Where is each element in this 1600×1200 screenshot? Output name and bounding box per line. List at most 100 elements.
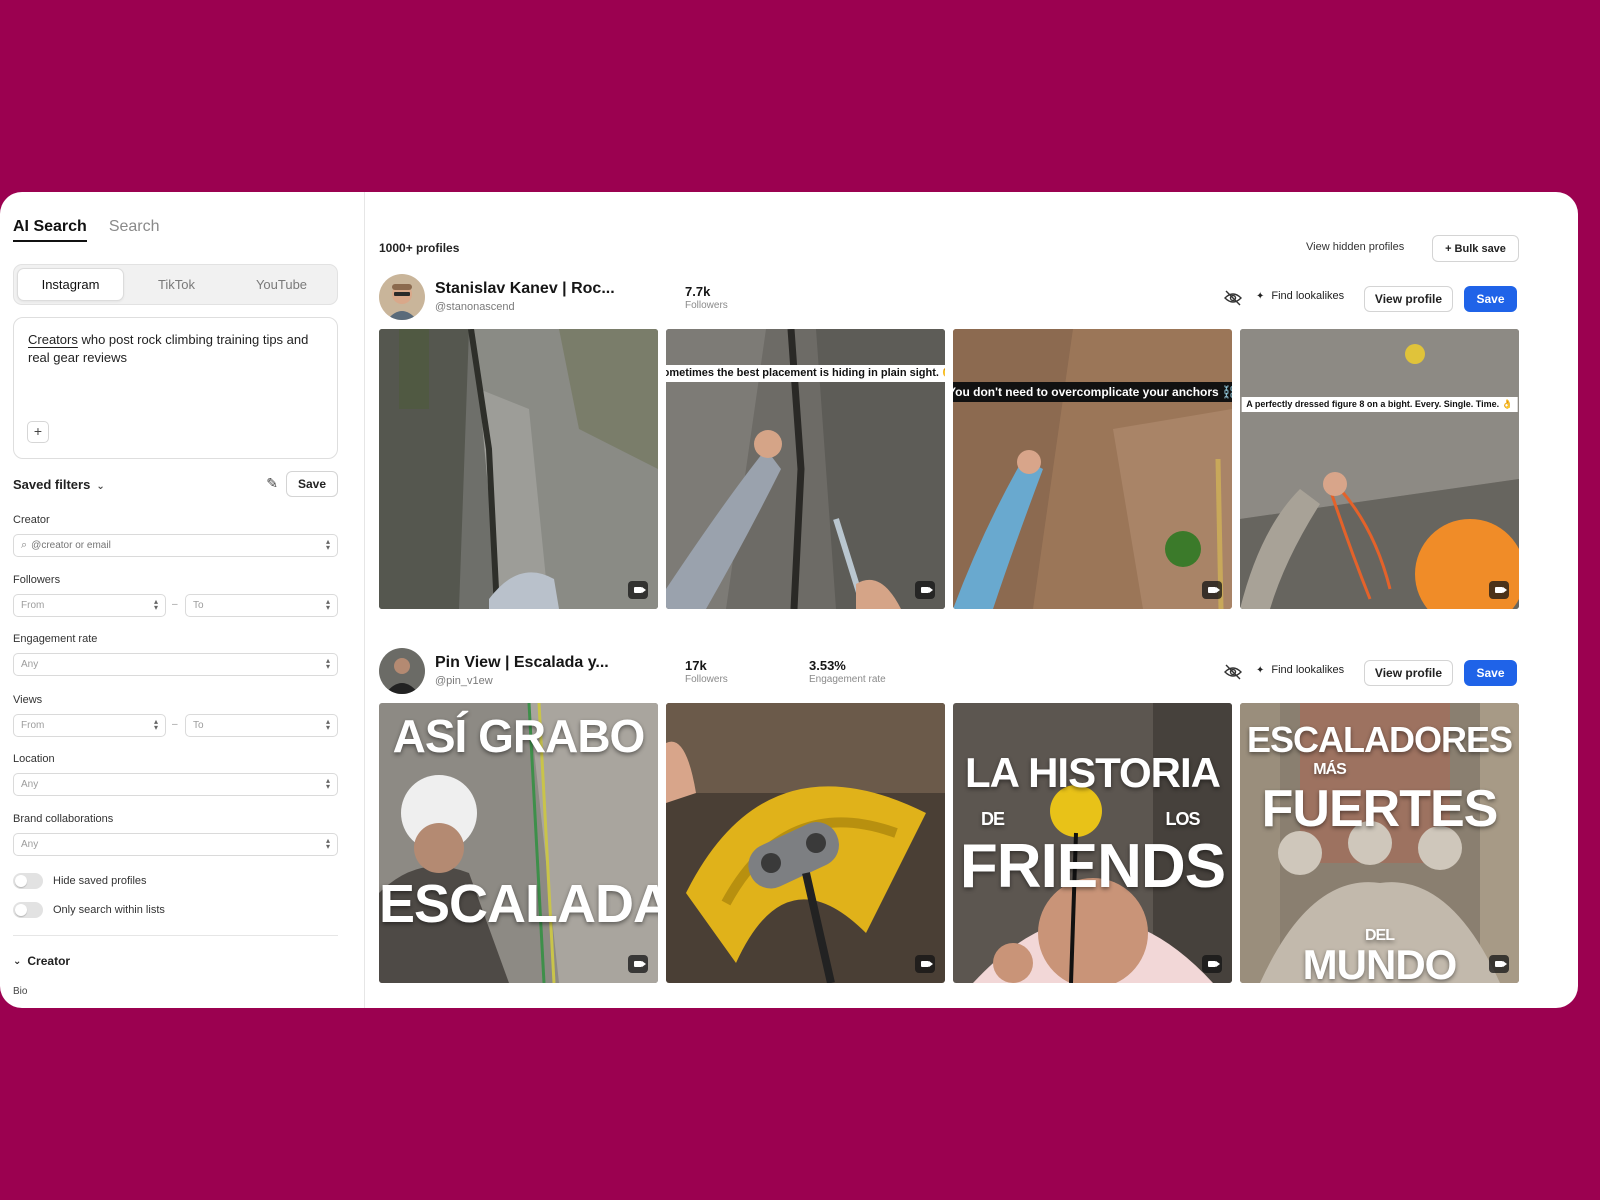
creator-section-toggle[interactable]: ⌄ Creator (13, 954, 70, 968)
tab-search[interactable]: Search (109, 218, 160, 242)
updown-icon: ▴ ▾ (325, 597, 330, 612)
brand-collab-label: Brand collaborations (13, 813, 114, 825)
find-lookalikes-button[interactable]: ✦ Find lookalikes (1256, 290, 1344, 302)
saved-filters-save-button[interactable]: Save (286, 471, 338, 497)
avatar[interactable] (379, 274, 425, 320)
hide-saved-toggle[interactable] (13, 873, 43, 889)
followers-from-value: From (21, 600, 45, 611)
view-profile-button[interactable]: View profile (1364, 286, 1453, 312)
hide-saved-label: Hide saved profiles (53, 875, 147, 887)
platform-tiktok[interactable]: TikTok (124, 268, 229, 301)
thumbnail-word-mas: MÁS (1313, 761, 1347, 778)
post-caption: A perfectly dressed figure 8 on a bight.… (1241, 397, 1518, 412)
profile-card: Pin View | Escalada y... @pin_v1ew 17k F… (379, 648, 1519, 994)
post-thumbnail[interactable] (666, 703, 945, 983)
profile-name[interactable]: Stanislav Kanev | Roc... (435, 280, 615, 298)
only-lists-toggle[interactable] (13, 902, 43, 918)
creator-label: Creator (13, 514, 50, 526)
save-profile-button[interactable]: Save (1464, 286, 1517, 312)
followers-metric: 17k Followers (685, 658, 728, 685)
engagement-select[interactable]: Any ▴ ▾ (13, 653, 338, 676)
thumbnail-subtitle: ESCALADA (379, 874, 658, 934)
find-lookalikes-label: Find lookalikes (1271, 290, 1345, 302)
profile-handle: @stanonascend (435, 301, 515, 313)
pencil-icon[interactable]: ✎ (266, 475, 278, 492)
followers-caption: Followers (685, 674, 728, 685)
engagement-caption: Engagement rate (809, 674, 886, 685)
bio-label: Bio (13, 986, 28, 997)
range-dash: – (172, 719, 178, 730)
saved-filters-dropdown[interactable]: Saved filters ⌄ (13, 477, 105, 492)
engagement-value: 3.53% (809, 658, 846, 673)
thumbnail-title: ASÍ GRABO (392, 710, 646, 762)
updown-icon: ▴ ▾ (153, 717, 158, 732)
sparkle-icon: ✦ (1256, 664, 1265, 676)
post-thumbnail[interactable]: You don't need to overcomplicate your an… (953, 329, 1232, 609)
video-icon (1202, 955, 1222, 973)
add-attachment-button[interactable]: + (27, 421, 49, 443)
post-caption: You don't need to overcomplicate your an… (953, 382, 1232, 402)
chevron-down-icon: ⌄ (13, 955, 22, 967)
followers-label: Followers (13, 574, 61, 586)
post-thumbnail[interactable]: ASÍ GRABO ESCALADA (379, 703, 658, 983)
followers-to-input[interactable]: To ▴ ▾ (185, 594, 338, 617)
thumbnail-word-los: LOS (1165, 809, 1200, 829)
location-value: Any (21, 779, 39, 790)
view-hidden-profiles-link[interactable]: View hidden profiles (1306, 241, 1404, 253)
followers-metric: 7.7k Followers (685, 284, 728, 311)
video-icon (915, 581, 935, 599)
search-mode-tabs: AI Search Search (13, 218, 160, 242)
views-label: Views (13, 694, 43, 706)
engagement-label: Engagement rate (13, 633, 98, 645)
creator-field[interactable] (31, 540, 300, 551)
bulk-save-button[interactable]: + Bulk save (1432, 235, 1519, 262)
followers-value: 17k (685, 658, 707, 673)
views-from-value: From (21, 720, 45, 731)
brand-collab-select[interactable]: Any ▴ ▾ (13, 833, 338, 856)
saved-filters-label: Saved filters (13, 476, 91, 492)
video-icon (1489, 955, 1509, 973)
avatar[interactable] (379, 648, 425, 694)
updown-icon: ▴ ▾ (325, 537, 330, 552)
followers-caption: Followers (685, 300, 728, 311)
thumbnail-subtitle: FUERTES (1261, 780, 1499, 838)
filter-sidebar: AI Search Search Instagram TikTok YouTub… (0, 192, 365, 1008)
post-thumbnail[interactable]: Sometimes the best placement is hiding i… (666, 329, 945, 609)
location-select[interactable]: Any ▴ ▾ (13, 773, 338, 796)
updown-icon: ▴ ▾ (325, 656, 330, 671)
post-thumbnail[interactable]: ESCALADORES MÁS FUERTES DEL MUNDO (1240, 703, 1519, 983)
prompt-text: Creators who post rock climbing training… (28, 331, 323, 367)
post-thumbnail[interactable] (379, 329, 658, 609)
ai-prompt-input[interactable]: Creators who post rock climbing training… (13, 317, 338, 459)
only-lists-row: Only search within lists (13, 901, 165, 919)
views-to-input[interactable]: To ▴ ▾ (185, 714, 338, 737)
eye-off-icon[interactable] (1224, 664, 1242, 680)
location-label: Location (13, 753, 55, 765)
find-lookalikes-button[interactable]: ✦ Find lookalikes (1256, 664, 1344, 676)
profile-card: Stanislav Kanev | Roc... @stanonascend 7… (379, 274, 1519, 620)
engagement-value: Any (21, 659, 39, 670)
save-profile-button[interactable]: Save (1464, 660, 1517, 686)
video-icon (1202, 581, 1222, 599)
chevron-down-icon: ⌄ (96, 480, 105, 492)
only-lists-label: Only search within lists (53, 904, 165, 916)
engagement-metric: 3.53% Engagement rate (809, 658, 886, 685)
platform-youtube[interactable]: YouTube (229, 268, 334, 301)
post-thumbnail[interactable]: LA HISTORIA DE LOS FRIENDS (953, 703, 1232, 983)
eye-off-icon[interactable] (1224, 290, 1242, 306)
post-thumbnail[interactable]: A perfectly dressed figure 8 on a bight.… (1240, 329, 1519, 609)
app-window: AI Search Search Instagram TikTok YouTub… (0, 192, 1578, 1008)
search-icon: ⌕ (21, 539, 28, 551)
results-panel: 1000+ profiles View hidden profiles + Bu… (365, 192, 1578, 1008)
views-from-input[interactable]: From ▴ ▾ (13, 714, 166, 737)
video-icon (915, 955, 935, 973)
tab-ai-search[interactable]: AI Search (13, 218, 87, 242)
prompt-highlight: Creators (28, 332, 78, 347)
profile-name[interactable]: Pin View | Escalada y... (435, 654, 609, 672)
thumbnail-title: ESCALADORES (1246, 719, 1513, 760)
views-to-value: To (193, 720, 204, 731)
platform-instagram[interactable]: Instagram (17, 268, 124, 301)
creator-input[interactable]: ⌕ ▴▾ (13, 534, 338, 557)
view-profile-button[interactable]: View profile (1364, 660, 1453, 686)
followers-from-input[interactable]: From ▴ ▾ (13, 594, 166, 617)
